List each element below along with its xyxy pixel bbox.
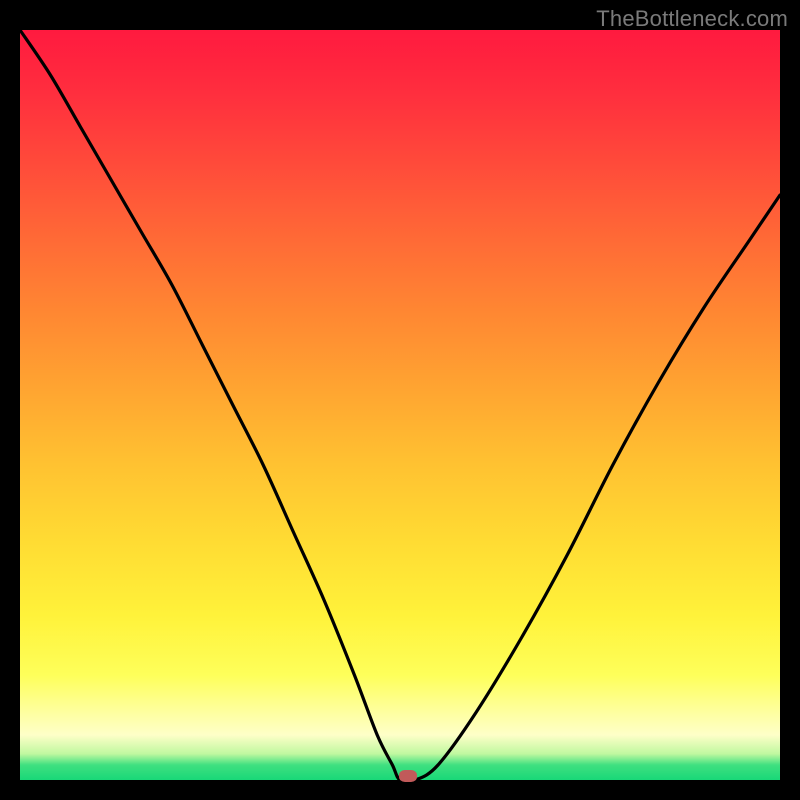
plot-area (20, 30, 780, 780)
bottleneck-curve (20, 30, 780, 780)
watermark-text: TheBottleneck.com (596, 6, 788, 32)
bottleneck-marker (399, 770, 417, 782)
chart-container: TheBottleneck.com (0, 0, 800, 800)
